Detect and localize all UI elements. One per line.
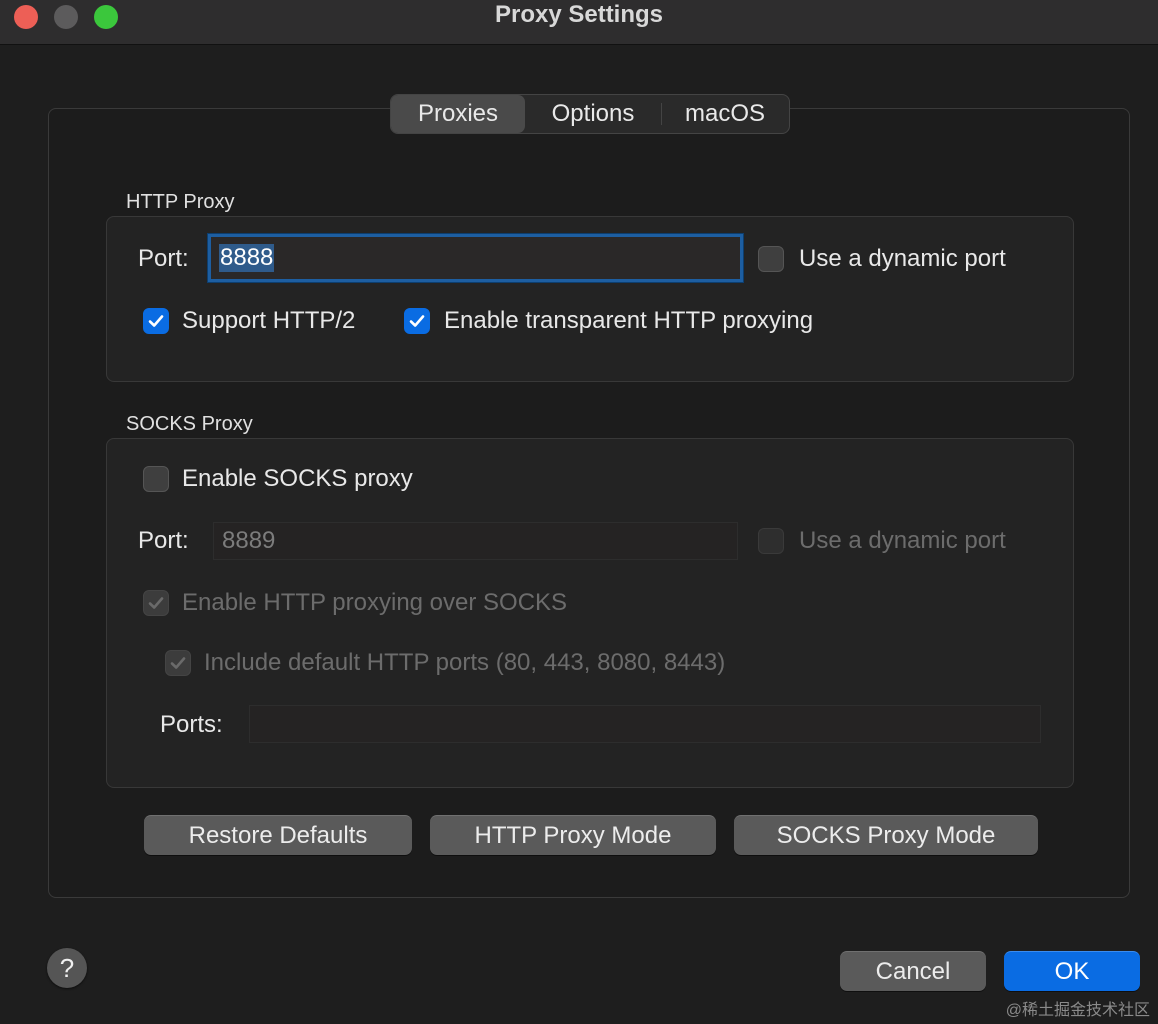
include-default-ports-checkbox[interactable] <box>165 650 191 676</box>
tab-bar: Proxies Options macOS <box>390 94 790 134</box>
checkmark-icon <box>148 315 164 327</box>
enable-socks-checkbox[interactable] <box>143 466 169 492</box>
tab-macos[interactable]: macOS <box>662 95 788 133</box>
http-over-socks-checkbox[interactable] <box>143 590 169 616</box>
checkmark-icon <box>170 657 186 669</box>
socks-port-input[interactable]: 8889 <box>213 522 738 560</box>
http-dynamic-port-checkbox[interactable] <box>758 246 784 272</box>
http-port-label: Port: <box>138 245 189 272</box>
socks-dynamic-port-label: Use a dynamic port <box>799 527 1006 554</box>
support-http2-checkbox[interactable] <box>143 308 169 334</box>
checkmark-icon <box>148 597 164 609</box>
http-over-socks-label: Enable HTTP proxying over SOCKS <box>182 589 568 616</box>
socks-ports-input[interactable] <box>249 705 1041 743</box>
http-dynamic-port-label: Use a dynamic port <box>799 245 1006 272</box>
socks-proxy-group-label: SOCKS Proxy <box>126 413 253 435</box>
support-http2-label: Support HTTP/2 <box>182 307 356 334</box>
tab-proxies[interactable]: Proxies <box>391 95 525 133</box>
include-default-ports-label: Include default HTTP ports (80, 443, 808… <box>204 649 726 676</box>
checkmark-icon <box>409 315 425 327</box>
title-bar: Proxy Settings <box>0 0 1158 45</box>
question-mark-icon: ? <box>59 952 75 983</box>
socks-port-value: 8889 <box>222 527 276 554</box>
window-title: Proxy Settings <box>494 1 664 28</box>
http-port-input[interactable]: 8888 <box>208 234 743 282</box>
enable-socks-label: Enable SOCKS proxy <box>182 465 413 492</box>
tab-options[interactable]: Options <box>525 95 661 133</box>
restore-defaults-button[interactable]: Restore Defaults <box>144 815 412 855</box>
cancel-button[interactable]: Cancel <box>840 951 986 991</box>
http-proxy-group-label: HTTP Proxy <box>126 191 235 213</box>
http-proxy-mode-button[interactable]: HTTP Proxy Mode <box>430 815 716 855</box>
socks-ports-label: Ports: <box>160 711 223 738</box>
http-port-value: 8888 <box>219 244 275 272</box>
socks-dynamic-port-checkbox[interactable] <box>758 528 784 554</box>
watermark-text: @稀土掘金技术社区 <box>1005 1002 1150 1019</box>
transparent-proxying-checkbox[interactable] <box>404 308 430 334</box>
transparent-proxying-label: Enable transparent HTTP proxying <box>444 307 814 334</box>
socks-port-label: Port: <box>138 527 189 554</box>
socks-proxy-mode-button[interactable]: SOCKS Proxy Mode <box>734 815 1038 855</box>
help-button[interactable]: ? <box>47 948 87 988</box>
ok-button[interactable]: OK <box>1004 951 1140 991</box>
